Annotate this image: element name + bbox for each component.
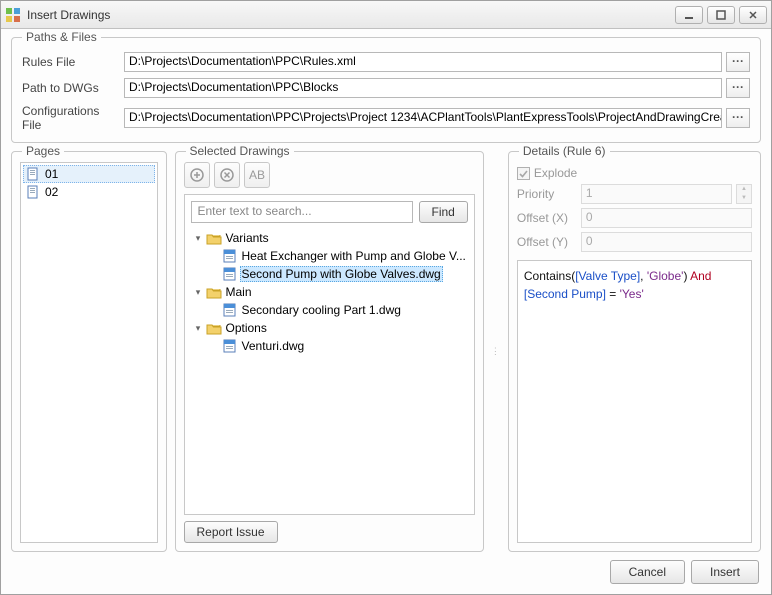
footer: Cancel Insert (11, 560, 761, 584)
remove-button[interactable] (214, 162, 240, 188)
configurations-file-input[interactable]: D:\Projects\Documentation\PPC\Projects\P… (124, 108, 722, 128)
maximize-button[interactable] (707, 6, 735, 24)
expand-toggle-icon[interactable]: ▾ (193, 233, 204, 244)
page-icon (25, 166, 41, 182)
tree-item-label: Second Pump with Globe Valves.dwg (240, 266, 443, 282)
page-item-label: 02 (45, 185, 58, 199)
rule-contains-fn: Contains( (524, 269, 575, 283)
rule-str-globe: 'Globe' (647, 269, 684, 283)
titlebar: Insert Drawings (1, 1, 771, 29)
path-to-dwgs-browse-button[interactable]: ··· (726, 78, 750, 98)
rule-field-valve-type: [Valve Type] (575, 269, 640, 283)
tree-folder[interactable]: ▾ Options (191, 319, 468, 337)
configurations-file-browse-button[interactable]: ··· (726, 108, 750, 128)
offset-y-label: Offset (Y) (517, 235, 577, 249)
tree-item-label: Main (224, 285, 254, 299)
drawings-box: Enter text to search... Find ▾ Variants He… (184, 194, 475, 515)
rules-file-browse-button[interactable]: ··· (726, 52, 750, 72)
offset-y-input[interactable]: 0 (581, 232, 752, 252)
pages-list[interactable]: 0102 (20, 162, 158, 543)
tree-item-label: Secondary cooling Part 1.dwg (240, 303, 403, 317)
page-item[interactable]: 01 (23, 165, 155, 183)
search-input[interactable]: Enter text to search... (191, 201, 413, 223)
app-icon (5, 7, 21, 23)
tree-item-label: Variants (224, 231, 271, 245)
explode-label: Explode (534, 166, 577, 180)
tree-folder[interactable]: ▾ Variants (191, 229, 468, 247)
offset-x-input[interactable]: 0 (581, 208, 752, 228)
close-button[interactable] (739, 6, 767, 24)
folder-icon (206, 284, 222, 300)
rules-file-input[interactable]: D:\Projects\Documentation\PPC\Rules.xml (124, 52, 722, 72)
report-issue-button[interactable]: Report Issue (184, 521, 278, 543)
priority-spinner[interactable]: ▲▼ (736, 184, 752, 204)
drawings-tree[interactable]: ▾ Variants Heat Exchanger with Pump and Gl… (191, 229, 468, 508)
tree-item-label: Heat Exchanger with Pump and Globe V... (240, 249, 468, 263)
page-item[interactable]: 02 (23, 183, 155, 201)
splitter-handle[interactable]: ⋮ (492, 151, 500, 552)
tree-file[interactable]: Heat Exchanger with Pump and Globe V... (191, 247, 468, 265)
expand-toggle-icon[interactable]: ▾ (193, 287, 204, 298)
text-case-button[interactable]: AB (244, 162, 270, 188)
tree-item-label: Venturi.dwg (240, 339, 307, 353)
tree-item-label: Options (224, 321, 269, 335)
rule-op-and: And (690, 269, 711, 283)
svg-text:B: B (257, 168, 265, 182)
expand-toggle-icon[interactable]: ▾ (193, 323, 204, 334)
tree-file[interactable]: Venturi.dwg (191, 337, 468, 355)
rule-field-second-pump: [Second Pump] (524, 287, 606, 301)
paths-group-title: Paths & Files (22, 30, 101, 44)
pages-title: Pages (22, 144, 64, 158)
tree-folder[interactable]: ▾ Main (191, 283, 468, 301)
selected-toolbar: AB (184, 162, 475, 188)
drawing-file-icon (222, 248, 238, 264)
page-item-label: 01 (45, 167, 58, 181)
rule-str-yes: 'Yes' (620, 287, 644, 301)
folder-icon (206, 230, 222, 246)
drawing-file-icon (222, 338, 238, 354)
window: Insert Drawings Paths & Files Rules File… (0, 0, 772, 595)
details-panel: Details (Rule 6) Explode Priority 1 ▲▼ O… (508, 151, 761, 552)
selected-drawings-title: Selected Drawings (186, 144, 294, 158)
folder-icon (206, 320, 222, 336)
priority-input[interactable]: 1 (581, 184, 732, 204)
rule-expression-box: Contains([Valve Type], 'Globe') And [Sec… (517, 260, 752, 543)
insert-button[interactable]: Insert (691, 560, 759, 584)
rules-file-label: Rules File (22, 55, 120, 69)
selected-drawings-panel: Selected Drawings AB Enter text to searc… (175, 151, 484, 552)
content: Paths & Files Rules File D:\Projects\Doc… (1, 29, 771, 594)
drawing-file-icon (222, 266, 238, 282)
offset-x-label: Offset (X) (517, 211, 577, 225)
paths-and-files-group: Paths & Files Rules File D:\Projects\Doc… (11, 37, 761, 143)
window-title: Insert Drawings (27, 8, 671, 22)
cancel-button[interactable]: Cancel (610, 560, 685, 584)
details-title: Details (Rule 6) (519, 144, 610, 158)
columns: Pages 0102 Selected Drawings AB Enter te… (11, 151, 761, 552)
pages-panel: Pages 0102 (11, 151, 167, 552)
explode-checkbox[interactable] (517, 167, 530, 180)
find-button[interactable]: Find (419, 201, 468, 223)
tree-file[interactable]: Secondary cooling Part 1.dwg (191, 301, 468, 319)
path-to-dwgs-label: Path to DWGs (22, 81, 120, 95)
svg-text:A: A (249, 168, 257, 182)
add-button[interactable] (184, 162, 210, 188)
path-to-dwgs-input[interactable]: D:\Projects\Documentation\PPC\Blocks (124, 78, 722, 98)
minimize-button[interactable] (675, 6, 703, 24)
priority-label: Priority (517, 187, 577, 201)
tree-file[interactable]: Second Pump with Globe Valves.dwg (191, 265, 468, 283)
configurations-file-label: Configurations File (22, 104, 120, 132)
page-icon (25, 184, 41, 200)
drawing-file-icon (222, 302, 238, 318)
